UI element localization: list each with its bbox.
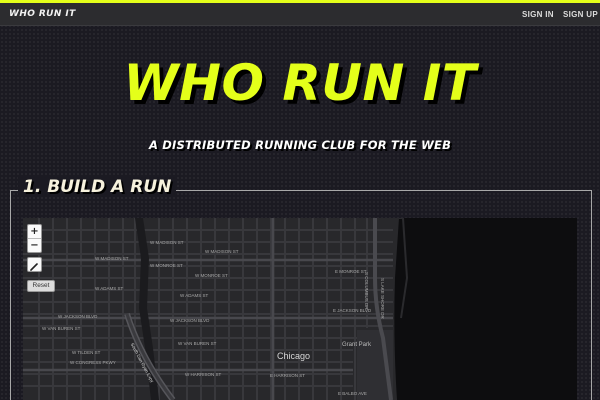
map-street-label: E MONROE ST (335, 269, 367, 274)
map-street-label: S COLUMBUS DR (364, 272, 369, 310)
brand-link[interactable]: WHO RUN IT (9, 9, 76, 19)
map-street-label: E HARRISON ST (270, 373, 306, 378)
section-title: 1. BUILD A RUN (18, 177, 177, 197)
map-street-label: S LAKE SHORE DR (380, 278, 385, 319)
map-street-label: W HARRISON ST (185, 372, 222, 377)
map-street-label: W ADAMS ST (95, 286, 124, 291)
map-city-label: Chicago (277, 351, 311, 361)
map-street-label: W VAN BUREN ST (42, 326, 81, 331)
map-street-label: W MADISON ST (150, 240, 184, 245)
map-street-label: W JACKSON BLVD (170, 318, 210, 323)
sign-in-link[interactable]: SIGN IN (522, 10, 554, 19)
hero-subtitle: A DISTRIBUTED RUNNING CLUB FOR THE WEB (148, 138, 452, 152)
map-park-label: Grant Park (342, 342, 372, 348)
map-street-label: W TILDEN ST (72, 350, 101, 355)
hero-title: WHO RUN IT (123, 54, 477, 112)
zoom-in-button[interactable]: + (28, 225, 41, 239)
pencil-icon[interactable] (28, 258, 41, 271)
zoom-out-button[interactable]: − (28, 239, 41, 253)
sign-up-link[interactable]: SIGN UP (563, 10, 598, 19)
map-street-label: E BALBO AVE (338, 391, 367, 396)
map-street-label: W VAN BUREN ST (178, 341, 217, 346)
zoom-control: + − (27, 224, 42, 253)
draw-control (27, 257, 42, 272)
map-street-label: W JACKSON BLVD (58, 314, 98, 319)
map-street-label: W MONROE ST (195, 273, 228, 278)
map-street-label: W MONROE ST (150, 263, 183, 268)
reset-button[interactable]: Reset (27, 280, 55, 292)
map-street-label: W CONGRESS PKWY (70, 360, 116, 365)
map-street-label: W ADAMS ST (180, 293, 209, 298)
map-street-label: W MADISON ST (205, 249, 239, 254)
map-street-label: W MADISON ST (95, 256, 129, 261)
top-navbar: WHO RUN IT SIGN IN SIGN UP (0, 3, 600, 26)
